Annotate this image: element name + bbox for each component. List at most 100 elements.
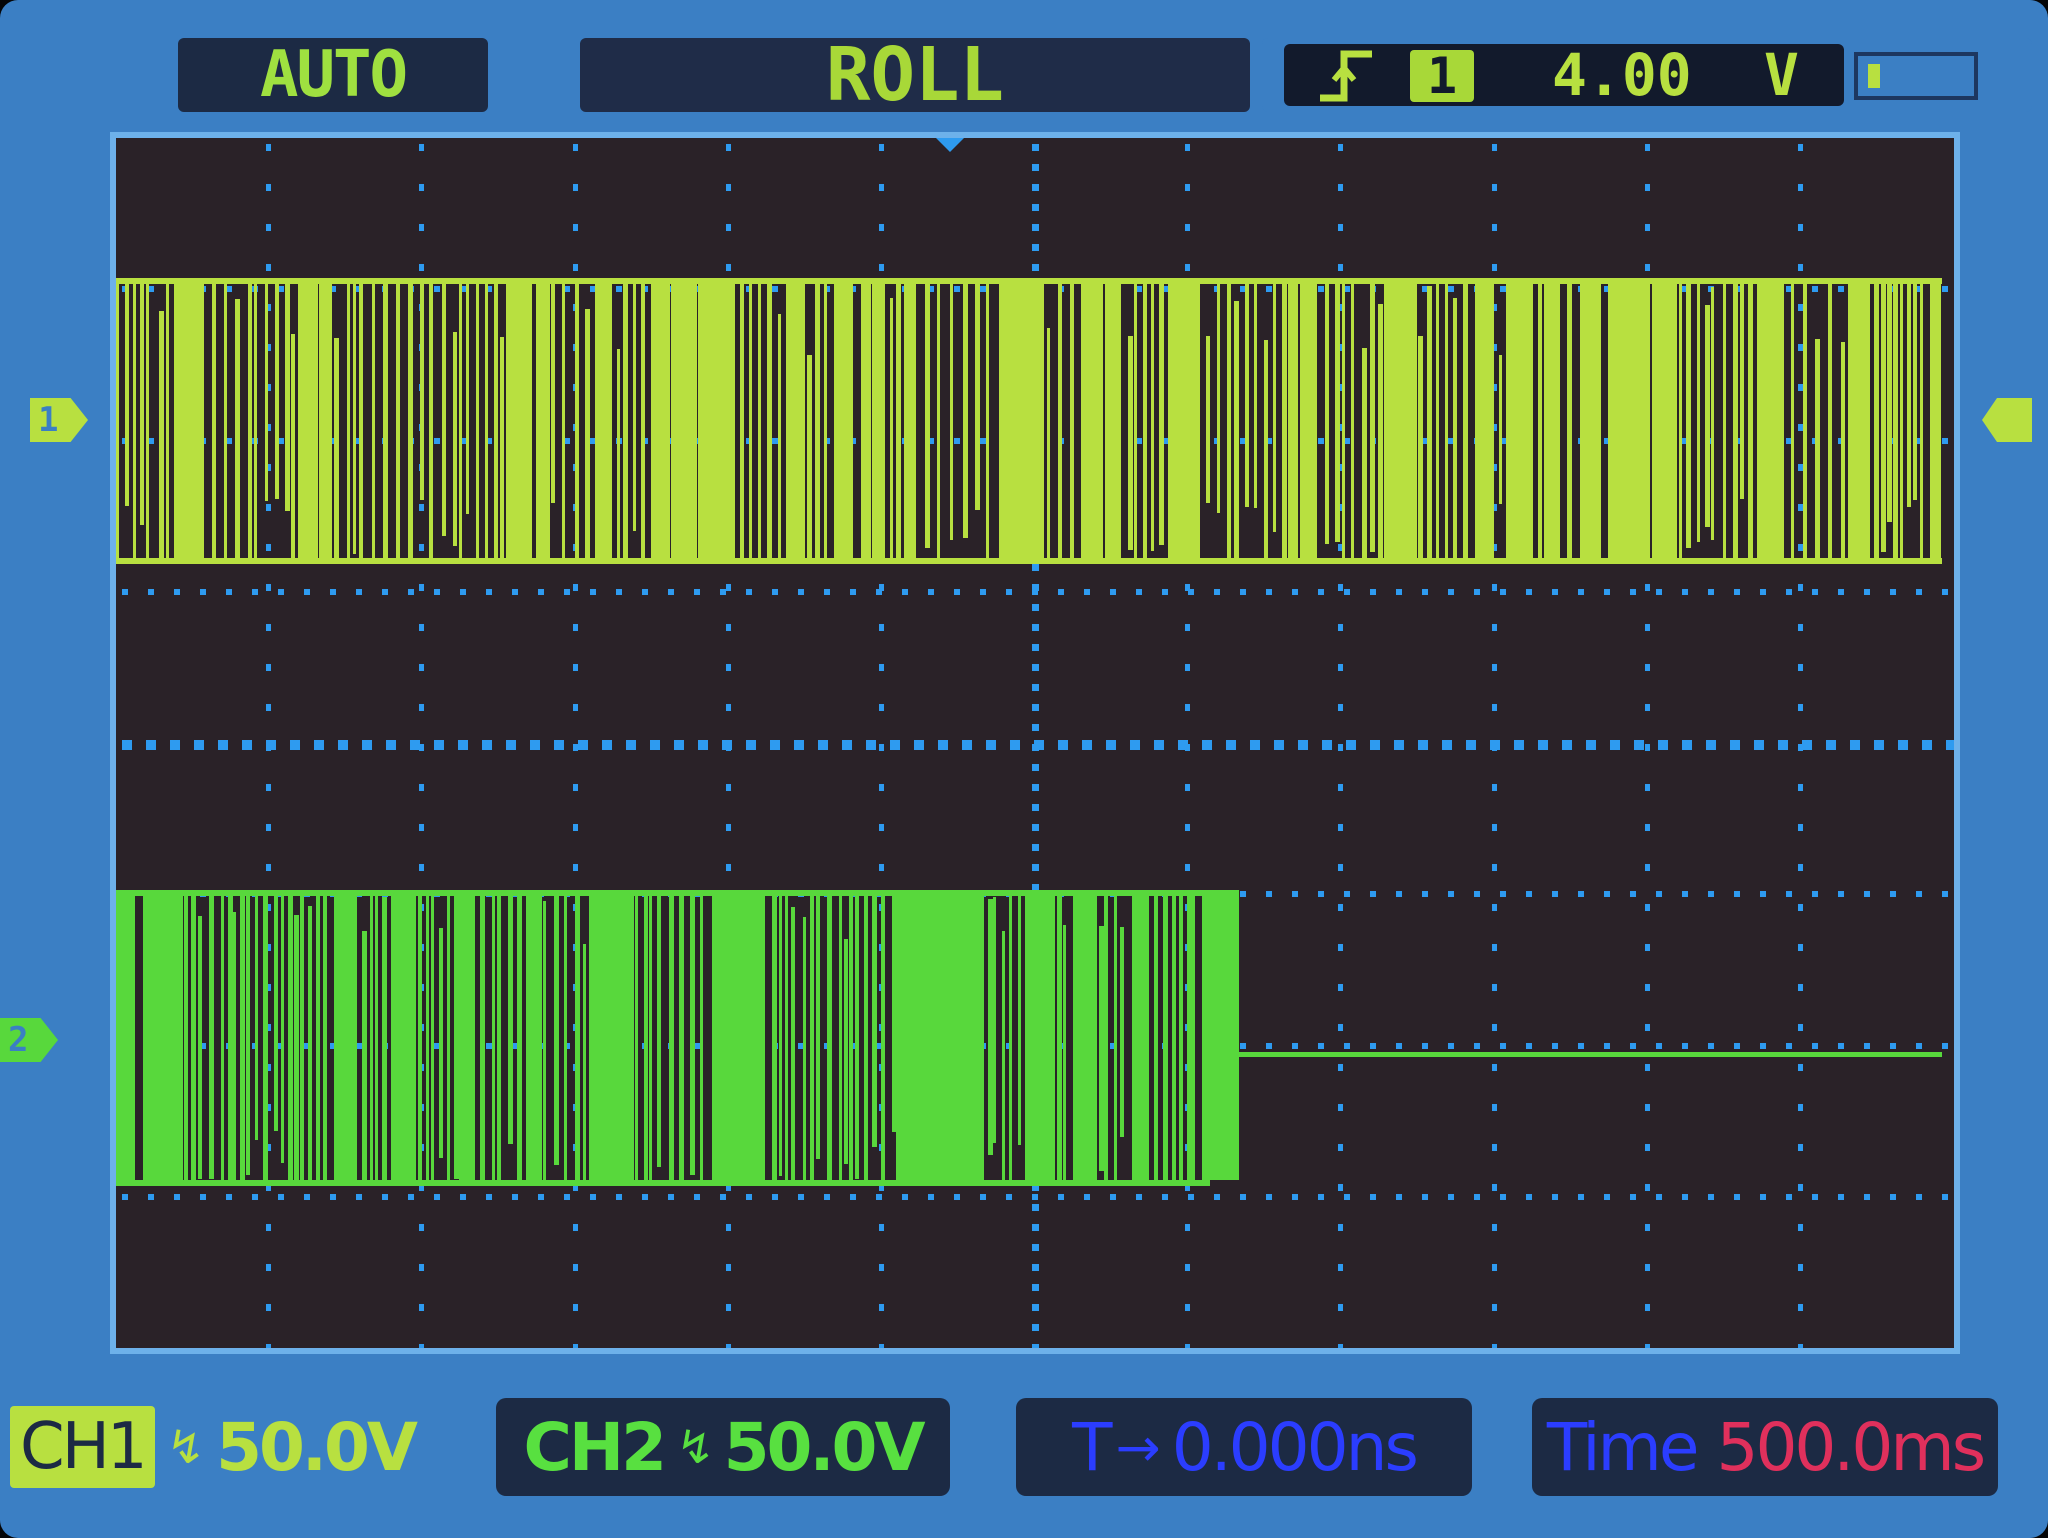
- grid-dot: [458, 740, 468, 750]
- grid-dot: [954, 286, 960, 292]
- ch1-edge: [641, 278, 645, 558]
- grid-dot: [1798, 984, 1803, 991]
- ch2-edge: [575, 890, 580, 1180]
- oscilloscope-display: AUTO ROLL 1 4.00 V 1 2 CH1 ↯ 50.0V CH2 ↯…: [0, 0, 2048, 1538]
- ch1-edge: [1264, 340, 1268, 558]
- grid-dot: [1942, 891, 1948, 897]
- ch1-label: CH1: [10, 1406, 155, 1488]
- grid-dot: [1338, 904, 1343, 911]
- grid-dot: [1338, 1184, 1343, 1191]
- ch1-edge: [190, 278, 193, 558]
- grid-dot: [726, 1344, 731, 1348]
- ch1-edge: [1686, 278, 1691, 548]
- ch1-edge: [1791, 278, 1794, 558]
- grid-dot: [1266, 589, 1272, 595]
- ch2-edge: [1187, 890, 1192, 1180]
- ch2-edge: [471, 890, 475, 1180]
- ch1-edge: [1623, 278, 1627, 558]
- grid-dot: [1812, 589, 1818, 595]
- grid-dot: [266, 184, 271, 191]
- grid-dot: [1492, 1304, 1497, 1311]
- grid-dot: [1708, 1043, 1714, 1049]
- trigger-mode-indicator[interactable]: AUTO: [178, 38, 488, 112]
- grid-dot: [1578, 891, 1584, 897]
- trigger-offset-settings[interactable]: T → 0.000ns: [1016, 1398, 1472, 1496]
- grid-dot: [1798, 944, 1803, 951]
- grid-dot: [1890, 891, 1896, 897]
- ch2-edge: [497, 890, 501, 1180]
- ch2-waveform: [116, 890, 1942, 1186]
- grid-dot: [1448, 1194, 1454, 1200]
- grid-dot: [1798, 1064, 1803, 1071]
- grid-dot: [1526, 1043, 1532, 1049]
- trigger-offset-value: 0.000ns: [1171, 1408, 1419, 1486]
- grid-dot: [278, 589, 284, 595]
- grid-dot: [1798, 624, 1803, 631]
- ch2-label: CH2: [523, 1408, 667, 1486]
- grid-dot: [266, 584, 271, 591]
- ch1-edge: [285, 278, 290, 511]
- ch1-edge: [1254, 278, 1257, 508]
- grid-dot: [1032, 844, 1039, 851]
- acquire-mode-indicator[interactable]: ROLL: [580, 32, 1250, 118]
- grid-dot: [242, 740, 252, 750]
- grid-dot: [218, 740, 228, 750]
- grid-dot: [1338, 984, 1343, 991]
- ch1-edge: [1488, 278, 1492, 558]
- grid-dot: [772, 1194, 778, 1200]
- grid-dot: [1922, 740, 1932, 750]
- ch2-edge: [1163, 890, 1168, 1180]
- grid-dot: [746, 589, 752, 595]
- grid-dot: [1266, 1194, 1272, 1200]
- grid-dot: [726, 704, 731, 711]
- ch1-edge: [1900, 278, 1903, 558]
- grid-dot: [1292, 589, 1298, 595]
- ch2-edge: [1033, 890, 1036, 1131]
- grid-dot: [722, 740, 732, 750]
- grid-dot: [1838, 1043, 1844, 1049]
- ch1-trigger-level-marker[interactable]: [1982, 398, 2032, 442]
- ch1-position-marker[interactable]: 1: [30, 398, 88, 442]
- grid-dot: [1552, 1043, 1558, 1049]
- grid-dot: [266, 664, 271, 671]
- grid-dot: [419, 144, 424, 151]
- grid-dot: [1798, 144, 1803, 151]
- ch1-edge: [372, 278, 375, 558]
- grid-dot: [1630, 589, 1636, 595]
- ch2-position-marker[interactable]: 2: [0, 1018, 58, 1062]
- grid-dot: [1682, 1194, 1688, 1200]
- grid-dot: [1338, 824, 1343, 831]
- grid-dot: [879, 664, 884, 671]
- waveform-screen[interactable]: [110, 132, 1960, 1354]
- grid-dot: [1032, 1244, 1039, 1251]
- ch2-edge: [323, 890, 327, 1180]
- ch2-edge: [679, 890, 684, 1180]
- grid-dot: [1032, 1284, 1039, 1291]
- grid-dot: [1226, 740, 1236, 750]
- ch1-edge: [660, 327, 663, 553]
- timebase-settings[interactable]: Time 500.0ms: [1532, 1398, 1998, 1496]
- grid-dot: [434, 1194, 440, 1200]
- grid-dot: [538, 1194, 544, 1200]
- grid-dot: [879, 744, 884, 751]
- trigger-settings[interactable]: 1 4.00 V: [1262, 38, 2032, 112]
- trigger-position-marker: [936, 138, 964, 152]
- ch2-edge: [669, 890, 674, 1180]
- ch1-settings[interactable]: CH1 ↯ 50.0V: [10, 1398, 430, 1496]
- grid-dot: [590, 1194, 596, 1200]
- ch1-edge: [1874, 278, 1879, 558]
- ch2-edge: [844, 939, 848, 1164]
- grid-dot: [252, 589, 258, 595]
- grid-dot: [266, 1344, 271, 1348]
- grid-dot: [1084, 589, 1090, 595]
- grid-dot: [1136, 589, 1142, 595]
- grid-dot: [879, 624, 884, 631]
- grid-dot: [1645, 744, 1650, 751]
- grid-dot: [278, 1194, 284, 1200]
- grid-dot: [1344, 1194, 1350, 1200]
- ch1-edge: [212, 278, 216, 558]
- grid-dot: [1500, 1194, 1506, 1200]
- ch2-settings[interactable]: CH2 ↯ 50.0V: [496, 1398, 950, 1496]
- ch1-edge: [527, 278, 532, 558]
- grid-dot: [1760, 891, 1766, 897]
